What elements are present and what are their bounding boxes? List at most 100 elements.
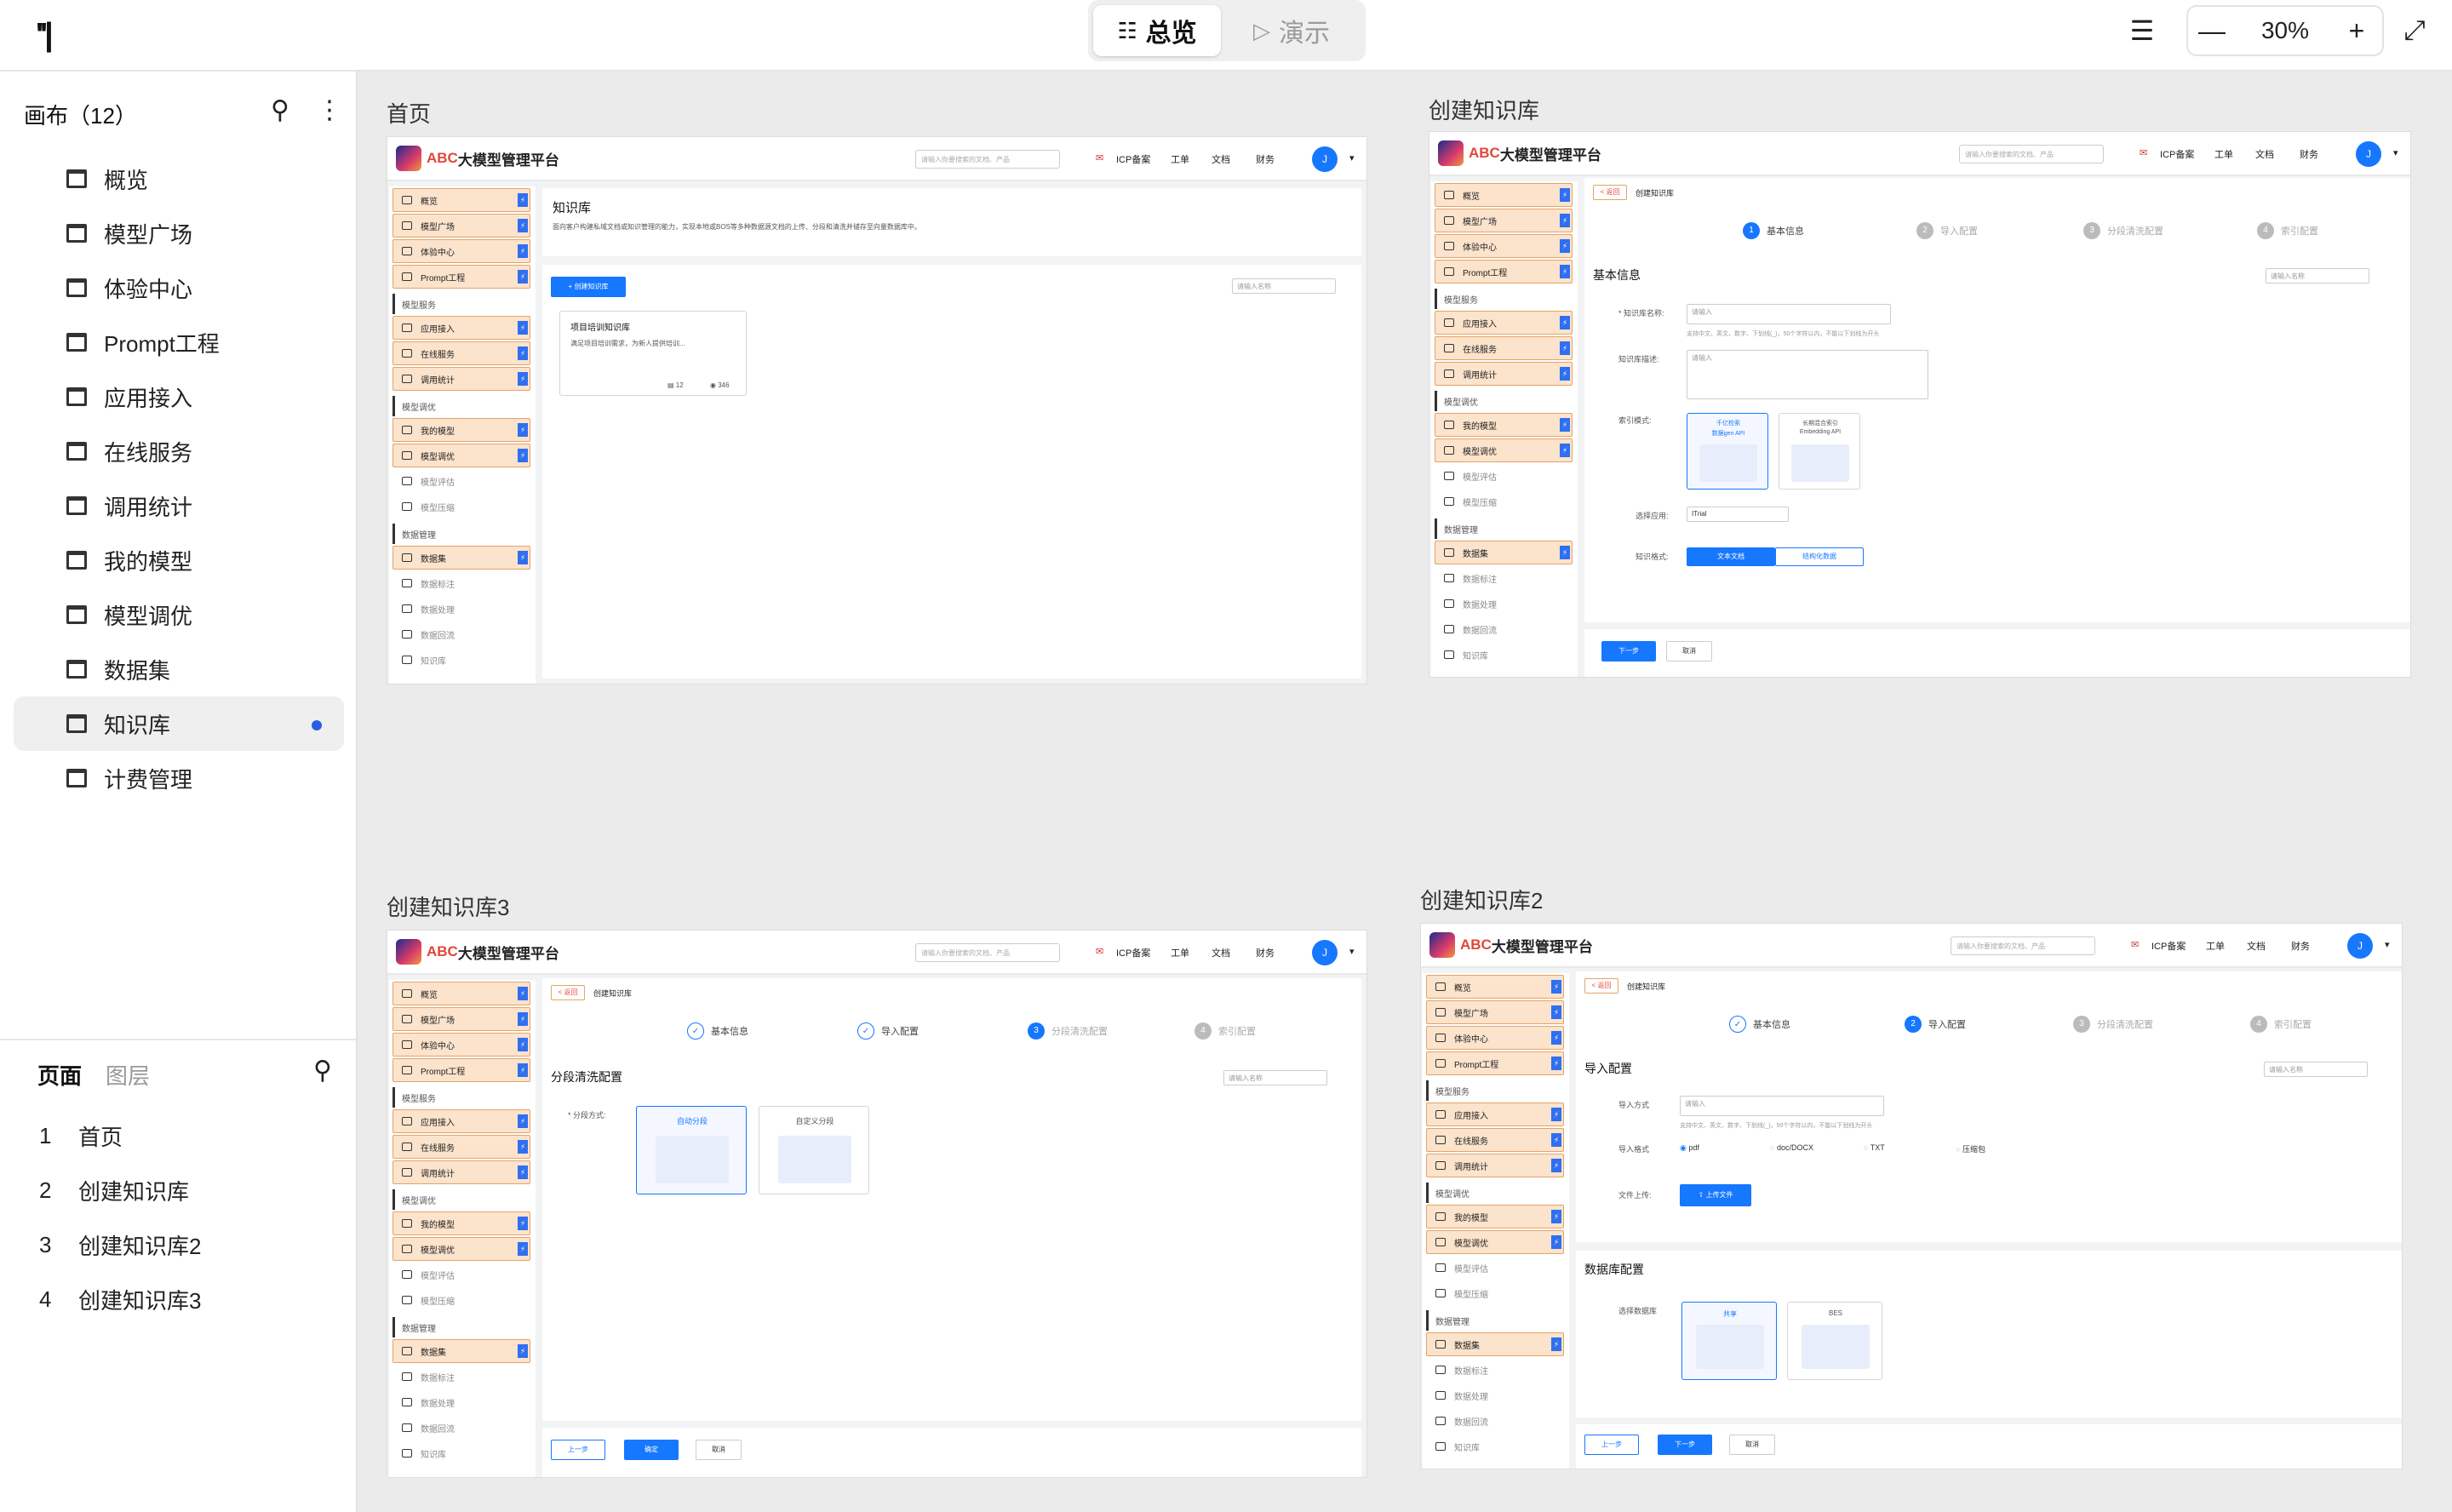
menu-item[interactable]: 应用接入 ⚡ [1426,1102,1564,1126]
menu-item[interactable]: 模型评估 [392,469,530,493]
menu-item[interactable]: 我的模型 ⚡ [392,1211,530,1235]
avatar[interactable]: J [2356,141,2381,167]
header-nav-item[interactable]: 文档 [1212,152,1230,166]
menu-item[interactable]: 模型广场 ⚡ [1426,1000,1564,1024]
header-nav-item[interactable]: ICP备案 [2151,939,2186,953]
header-nav-item[interactable]: 文档 [2247,939,2266,953]
menu-item[interactable]: Prompt工程 ⚡ [392,1058,530,1082]
menu-item[interactable]: 体验中心 ⚡ [392,239,530,263]
menu-item[interactable]: 数据标注 [392,1365,530,1389]
radio-doc[interactable]: ○ doc/DOCX [1770,1143,1813,1152]
menu-item[interactable]: 数据标注 [1426,1358,1564,1382]
cancel-button[interactable]: 取消 [696,1440,742,1460]
header-nav-item[interactable]: 文档 [2255,147,2274,161]
menu-item[interactable]: 数据集 ⚡ [1426,1332,1564,1356]
menu-item[interactable]: 概览 ⚡ [392,982,530,1005]
menu-item[interactable]: 数据回流 [1426,1409,1564,1433]
header-nav-item[interactable]: 财务 [1256,946,1275,959]
knowledge-card[interactable]: 项目培训知识库 满足项目培训需求，为新人提供培训... ▤ 12 ◉ 346 [559,311,747,396]
split-custom-option[interactable]: 自定义分段 [759,1106,869,1194]
menu-item[interactable]: 模型调优 ⚡ [1435,438,1573,462]
tab-overview[interactable]: ☷ 总览 [1093,5,1221,56]
canvas-item[interactable]: 体验中心 [14,261,344,315]
canvas-item[interactable]: 在线服务 [14,424,344,478]
header-search[interactable]: 请输入你要搜索的文档、产品 [915,150,1060,169]
menu-item[interactable]: 数据处理 [1435,592,1573,616]
menu-item[interactable]: 调用统计 ⚡ [392,367,530,391]
menu-item[interactable]: 应用接入 ⚡ [1435,311,1573,335]
notification-icon[interactable]: ✉ [2140,147,2147,158]
menu-item[interactable]: 体验中心 ⚡ [1426,1026,1564,1050]
radio-txt[interactable]: ○ TXT [1864,1143,1885,1152]
format-text-button[interactable]: 文本文档 [1687,547,1775,566]
menu-item[interactable]: Prompt工程 ⚡ [1426,1051,1564,1075]
header-nav-item[interactable]: 工单 [2206,939,2225,953]
zoom-in-button[interactable]: + [2336,10,2377,51]
menu-item[interactable]: Prompt工程 ⚡ [392,265,530,289]
board-home[interactable]: 首页 知识库 面向客户构建私域文档或知识管理的能力，实现本地或BOS等多种数据源… [387,97,1367,693]
menu-item[interactable]: 模型压缩 [1435,490,1573,513]
menu-item[interactable]: 体验中心 ⚡ [392,1033,530,1057]
menu-item[interactable]: 模型调优 ⚡ [392,1237,530,1261]
menu-item[interactable]: 数据处理 [1426,1383,1564,1407]
menu-item[interactable]: 模型压缩 [392,1288,530,1312]
menu-item[interactable]: 模型评估 [392,1263,530,1286]
menu-item[interactable]: 数据处理 [392,597,530,621]
menu-item[interactable]: 数据处理 [392,1390,530,1414]
index-option-1[interactable]: 千亿检索 数据gen API [1687,413,1768,490]
header-nav-item[interactable]: 工单 [2214,147,2233,161]
canvas-item[interactable]: 概览 [14,152,344,206]
prev-button[interactable]: 上一步 [1584,1435,1639,1455]
menu-item[interactable]: 调用统计 ⚡ [392,1160,530,1184]
name-field[interactable]: 请输入 [1687,304,1891,324]
board-create-2[interactable]: 创建知识库2 < 返回 创建知识库 ✓ 基本信息 2 导入配置 3 分段清洗配置 4索… [1420,884,2404,1480]
canvas-item[interactable]: 计费管理 [14,751,344,805]
avatar[interactable]: J [1312,940,1338,965]
canvas-item[interactable]: 知识库 [14,696,344,751]
header-nav-item[interactable]: 文档 [1212,946,1230,959]
create-knowledge-button[interactable]: + 创建知识库 [551,277,626,297]
canvas-item[interactable]: 数据集 [14,642,344,696]
menu-item[interactable]: 应用接入 ⚡ [392,1109,530,1133]
menu-item[interactable]: 调用统计 ⚡ [1435,362,1573,386]
menu-item[interactable]: 模型压缩 [1426,1281,1564,1305]
header-search[interactable]: 请输入你要搜索的文档、产品 [915,943,1060,962]
cancel-button[interactable]: 取消 [1666,641,1712,662]
menu-item[interactable]: 模型压缩 [392,495,530,518]
header-nav-item[interactable]: 财务 [1256,152,1275,166]
app-select[interactable]: ITrial [1687,507,1789,522]
search-input[interactable]: 请输入名称 [1223,1070,1327,1085]
menu-item[interactable]: 概览 ⚡ [1435,183,1573,207]
notification-icon[interactable]: ✉ [2131,939,2139,950]
confirm-button[interactable]: 确定 [624,1440,679,1460]
tab-layers[interactable]: 图层 [106,1059,150,1091]
menu-item[interactable]: 数据集 ⚡ [1435,541,1573,564]
menu-item[interactable]: 在线服务 ⚡ [1426,1128,1564,1152]
radio-zip[interactable]: ○ 压缩包 [1956,1143,1985,1154]
index-option-2[interactable]: 长期混合索引 Embedding API [1779,413,1860,490]
canvas-item[interactable]: 我的模型 [14,533,344,587]
menu-item[interactable]: 模型评估 [1435,464,1573,488]
menu-item[interactable]: 数据标注 [392,571,530,595]
chevron-down-icon[interactable]: ▾ [2385,939,2390,950]
header-search[interactable]: 请输入你要搜索的文档、产品 [1951,936,2095,955]
search-icon[interactable]: ⚲ [271,95,289,125]
format-structured-button[interactable]: 结构化数据 [1775,547,1864,566]
menu-item[interactable]: Prompt工程 ⚡ [1435,260,1573,284]
menu-item[interactable]: 调用统计 ⚡ [1426,1154,1564,1177]
menu-item[interactable]: 模型广场 ⚡ [392,1007,530,1031]
import-mode-field[interactable]: 请输入 [1680,1096,1884,1116]
zoom-level[interactable]: 30% [2244,10,2326,51]
search-input[interactable]: 请输入名称 [1232,278,1336,294]
menu-item[interactable]: 体验中心 ⚡ [1435,234,1573,258]
next-button[interactable]: 下一步 [1601,641,1656,662]
menu-item[interactable]: 数据集 ⚡ [392,546,530,570]
upload-button[interactable]: ⇧ 上传文件 [1680,1184,1751,1206]
avatar[interactable]: J [2347,933,2373,959]
menu-item[interactable]: 概览 ⚡ [1426,975,1564,999]
header-search[interactable]: 请输入你要搜索的文档、产品 [1959,145,2104,163]
header-nav-item[interactable]: ICP备案 [2160,147,2194,161]
notification-icon[interactable]: ✉ [1096,946,1103,957]
page-item[interactable]: 4 创建知识库3 [0,1272,356,1326]
header-nav-item[interactable]: 工单 [1171,946,1189,959]
